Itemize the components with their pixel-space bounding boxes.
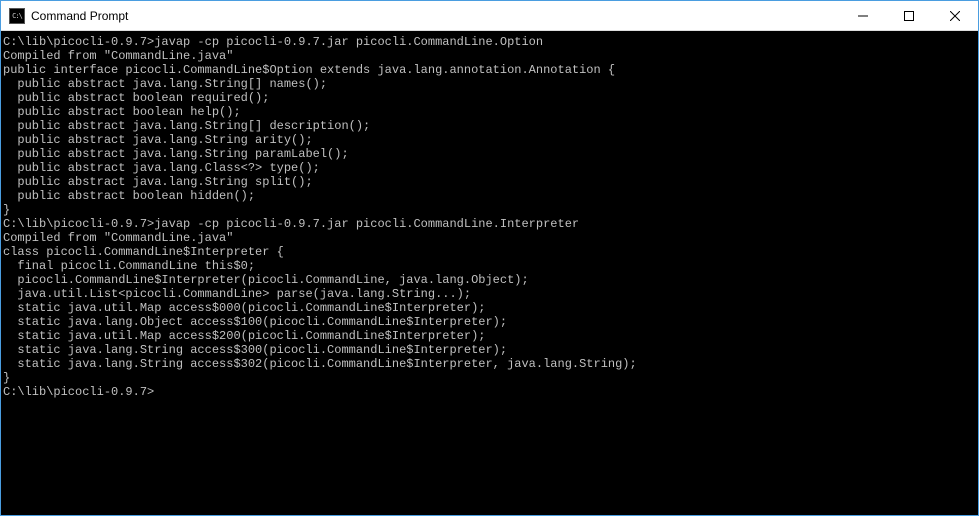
terminal-line: public abstract java.lang.Class<?> type(… (3, 161, 976, 175)
terminal-prompt: C:\lib\picocli-0.9.7> (3, 385, 976, 399)
terminal-line: static java.lang.Object access$100(picoc… (3, 315, 976, 329)
terminal-line: public abstract java.lang.String split()… (3, 175, 976, 189)
maximize-button[interactable] (886, 1, 932, 30)
close-button[interactable] (932, 1, 978, 30)
terminal-line: class picocli.CommandLine$Interpreter { (3, 245, 976, 259)
terminal-line: public abstract java.lang.String[] descr… (3, 119, 976, 133)
terminal-line: public abstract java.lang.String arity()… (3, 133, 976, 147)
terminal-line: public abstract java.lang.String paramLa… (3, 147, 976, 161)
terminal-line: public abstract boolean required(); (3, 91, 976, 105)
minimize-icon (858, 11, 868, 21)
terminal-line: picocli.CommandLine$Interpreter(picocli.… (3, 273, 976, 287)
terminal-line: static java.lang.String access$300(picoc… (3, 343, 976, 357)
terminal-line: } (3, 371, 976, 385)
terminal-line: C:\lib\picocli-0.9.7>javap -cp picocli-0… (3, 217, 976, 231)
window-title: Command Prompt (31, 9, 840, 23)
terminal-line: C:\lib\picocli-0.9.7>javap -cp picocli-0… (3, 35, 976, 49)
terminal-line: Compiled from "CommandLine.java" (3, 231, 976, 245)
terminal-line: public abstract boolean help(); (3, 105, 976, 119)
terminal-line: static java.util.Map access$200(picocli.… (3, 329, 976, 343)
maximize-icon (904, 11, 914, 21)
terminal-line: public abstract java.lang.String[] names… (3, 77, 976, 91)
terminal-line: static java.util.Map access$000(picocli.… (3, 301, 976, 315)
terminal-line: public interface picocli.CommandLine$Opt… (3, 63, 976, 77)
terminal-line: final picocli.CommandLine this$0; (3, 259, 976, 273)
command-prompt-icon: C:\ (9, 8, 25, 24)
terminal-output[interactable]: C:\lib\picocli-0.9.7>javap -cp picocli-0… (1, 31, 978, 515)
window-controls (840, 1, 978, 30)
terminal-line: public abstract boolean hidden(); (3, 189, 976, 203)
terminal-line: static java.lang.String access$302(picoc… (3, 357, 976, 371)
terminal-line: } (3, 203, 976, 217)
close-icon (950, 11, 960, 21)
minimize-button[interactable] (840, 1, 886, 30)
terminal-line: java.util.List<picocli.CommandLine> pars… (3, 287, 976, 301)
window-titlebar: C:\ Command Prompt (1, 1, 978, 31)
terminal-line: Compiled from "CommandLine.java" (3, 49, 976, 63)
